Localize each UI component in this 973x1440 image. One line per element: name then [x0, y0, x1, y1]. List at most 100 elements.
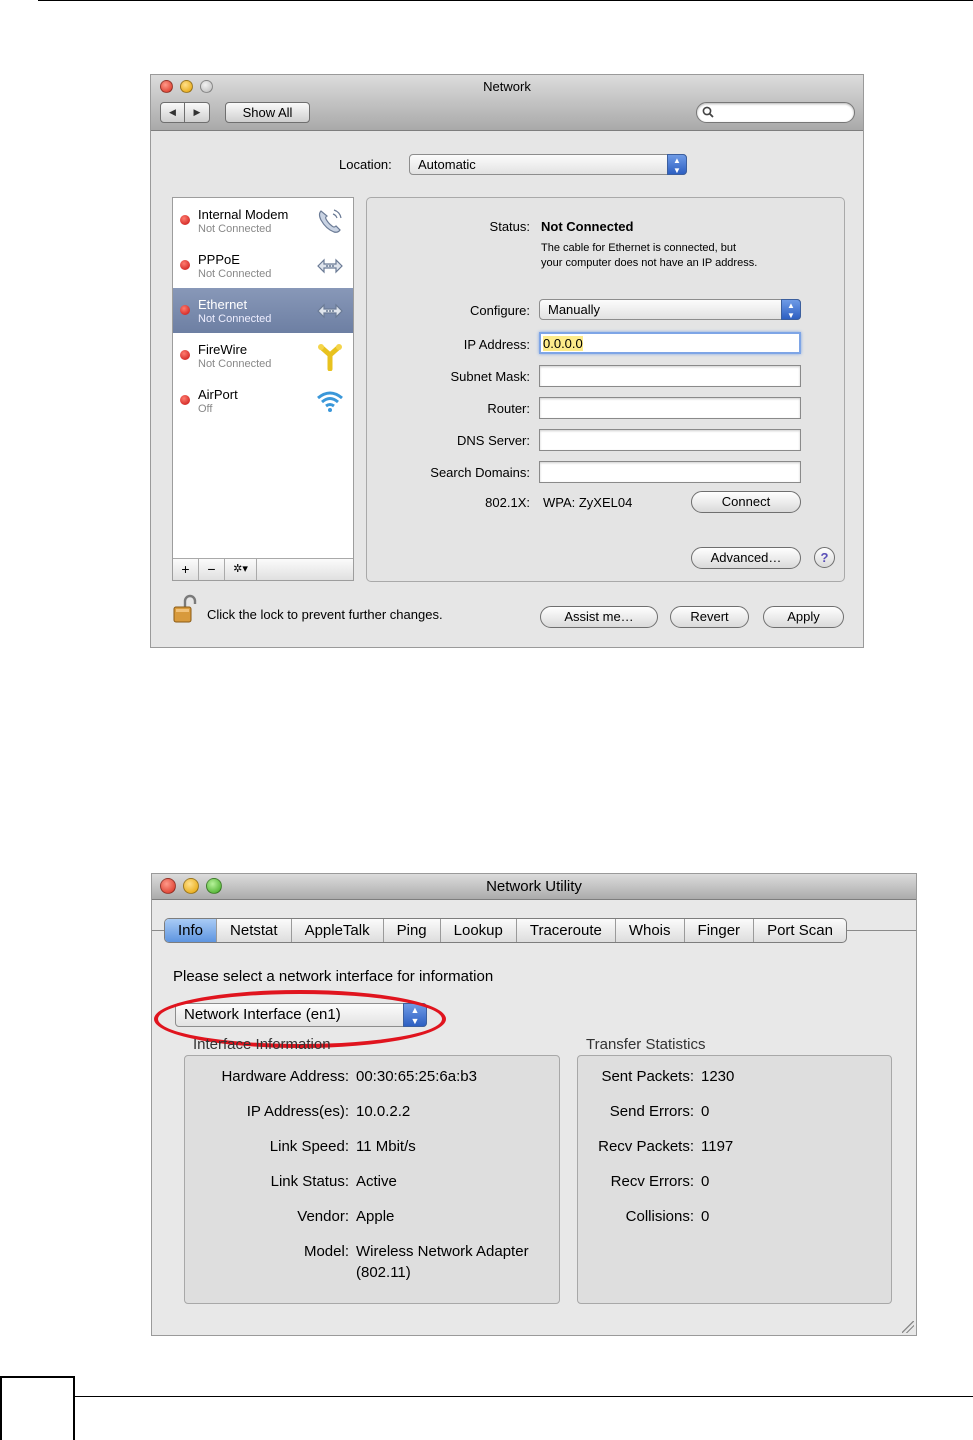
remove-service-button[interactable]: − — [199, 559, 225, 580]
transfer-stat-value: 1230 — [701, 1068, 735, 1085]
service-list-toolbar: + − ✲▾ — [173, 558, 353, 580]
service-name: PPPoE — [198, 252, 240, 267]
status-label: Status: — [489, 219, 530, 234]
interface-info-value: 00:30:65:25:6a:b3 — [356, 1068, 477, 1085]
status-dot-icon — [180, 260, 190, 270]
tab-whois[interactable]: Whois — [616, 919, 685, 942]
page-bottom-rule — [74, 1396, 973, 1397]
show-all-button[interactable]: Show All — [225, 102, 310, 123]
network-utility-window: Network Utility Info Netstat AppleTalk Ping… — [151, 873, 917, 1336]
back-button[interactable]: ◀ — [160, 102, 185, 123]
tab-bar: Info Netstat AppleTalk Ping Lookup Traceroute… — [164, 918, 847, 943]
popup-arrows-icon: ▲ ▼ — [781, 299, 801, 320]
service-item-pppoe[interactable]: PPPoE Not Connected — [173, 243, 353, 288]
tab-port-scan[interactable]: Port Scan — [754, 919, 846, 942]
interface-info-value-cont: (802.11) — [356, 1264, 411, 1281]
network-arrows-icon — [315, 296, 345, 326]
lock-icon[interactable] — [172, 594, 198, 624]
configure-label: Configure: — [470, 303, 530, 318]
transfer-stat-label: Recv Errors: — [610, 1173, 694, 1190]
service-status: Not Connected — [198, 313, 272, 325]
status-dot-icon — [180, 215, 190, 225]
service-list: Internal Modem Not Connected PPPoE Not Conn… — [172, 197, 354, 581]
service-status: Not Connected — [198, 268, 272, 280]
search-icon — [702, 106, 714, 118]
resize-grip-icon[interactable] — [902, 1321, 914, 1333]
interface-info-title: Interface Information — [193, 1036, 331, 1053]
tab-info[interactable]: Info — [165, 919, 218, 942]
dot1x-value: WPA: ZyXEL04 — [543, 495, 633, 510]
router-label: Router: — [487, 401, 530, 416]
status-dot-icon — [180, 395, 190, 405]
tab-netstat[interactable]: Netstat — [217, 919, 292, 942]
transfer-stats-box: Sent Packets: 1230 Send Errors: 0 Recv Packe… — [577, 1055, 892, 1304]
apply-button[interactable]: Apply — [763, 606, 844, 628]
tab-finger[interactable]: Finger — [685, 919, 755, 942]
search-input[interactable] — [696, 102, 855, 123]
ip-address-field[interactable]: 0.0.0.0 — [539, 332, 801, 354]
interface-info-value: Wireless Network Adapter — [356, 1243, 529, 1260]
transfer-stat-label: Recv Packets: — [598, 1138, 694, 1155]
tab-traceroute[interactable]: Traceroute — [517, 919, 616, 942]
network-arrows-icon — [315, 251, 345, 281]
forward-button[interactable]: ▶ — [185, 102, 210, 123]
window-title: Network — [483, 79, 531, 94]
subnet-mask-field[interactable] — [539, 365, 801, 387]
nav-buttons: ◀ ▶ — [160, 102, 210, 123]
connect-button[interactable]: Connect — [691, 491, 801, 513]
interface-info-value: 10.0.2.2 — [356, 1103, 411, 1120]
transfer-stat-label: Send Errors: — [609, 1103, 694, 1120]
status-dot-icon — [180, 305, 190, 315]
service-status: Off — [198, 403, 213, 415]
interface-info-label: Link Speed: — [269, 1138, 349, 1155]
service-status: Not Connected — [198, 223, 272, 235]
interface-info-label: Hardware Address: — [221, 1068, 349, 1085]
service-status: Not Connected — [198, 358, 272, 370]
service-name: Ethernet — [198, 297, 248, 312]
status-value: Not Connected — [541, 219, 634, 234]
service-item-internal-modem[interactable]: Internal Modem Not Connected — [173, 198, 353, 243]
wifi-icon — [315, 386, 345, 416]
transfer-stats-title: Transfer Statistics — [586, 1036, 706, 1053]
service-item-ethernet[interactable]: Ethernet Not Connected — [173, 288, 353, 333]
advanced-button[interactable]: Advanced… — [691, 547, 801, 569]
subnet-mask-label: Subnet Mask: — [450, 369, 531, 384]
dns-server-field[interactable] — [539, 429, 801, 451]
interface-info-value: 11 Mbit/s — [356, 1138, 416, 1155]
transfer-stat-value: 0 — [701, 1173, 710, 1190]
service-item-airport[interactable]: AirPort Off — [173, 378, 353, 423]
help-button[interactable]: ? — [814, 547, 835, 568]
location-popup[interactable]: Automatic ▲ ▼ — [409, 154, 687, 175]
interface-info-label: IP Address(es): — [246, 1103, 349, 1120]
tab-lookup[interactable]: Lookup — [441, 919, 517, 942]
service-detail-panel: Status: Not Connected The cable for Ethe… — [366, 197, 845, 582]
search-domains-label: Search Domains: — [430, 465, 530, 480]
interface-info-label: Vendor: — [297, 1208, 349, 1225]
page-top-rule — [38, 0, 973, 1]
gear-menu-button[interactable]: ✲▾ — [225, 559, 257, 580]
add-service-button[interactable]: + — [173, 559, 199, 580]
forward-arrow-icon: ▶ — [193, 107, 201, 117]
service-name: AirPort — [198, 387, 238, 402]
interface-prompt: Please select a network interface for in… — [173, 968, 494, 985]
popup-arrows-icon: ▲ ▼ — [667, 154, 687, 175]
configure-popup[interactable]: Manually ▲ ▼ — [539, 299, 801, 320]
titlebar: Network Utility — [152, 874, 916, 900]
titlebar: Network ◀ ▶ Show All — [151, 75, 863, 131]
tab-appletalk[interactable]: AppleTalk — [292, 919, 384, 942]
page-number-box — [0, 1376, 75, 1440]
assist-me-button[interactable]: Assist me… — [540, 606, 658, 628]
router-field[interactable] — [539, 397, 801, 419]
transfer-stat-value: 1197 — [701, 1138, 734, 1155]
tab-ping[interactable]: Ping — [384, 919, 441, 942]
service-name: Internal Modem — [198, 207, 289, 222]
transfer-stat-label: Sent Packets: — [601, 1068, 694, 1085]
search-domains-field[interactable] — [539, 461, 801, 483]
transfer-stat-label: Collisions: — [625, 1208, 694, 1225]
location-label: Location: — [339, 157, 392, 172]
ip-address-label: IP Address: — [463, 337, 530, 352]
interface-info-value: Active — [356, 1173, 397, 1190]
status-description-line2: your computer does not have an IP addres… — [541, 257, 758, 269]
service-item-firewire[interactable]: FireWire Not Connected — [173, 333, 353, 378]
revert-button[interactable]: Revert — [670, 606, 749, 628]
